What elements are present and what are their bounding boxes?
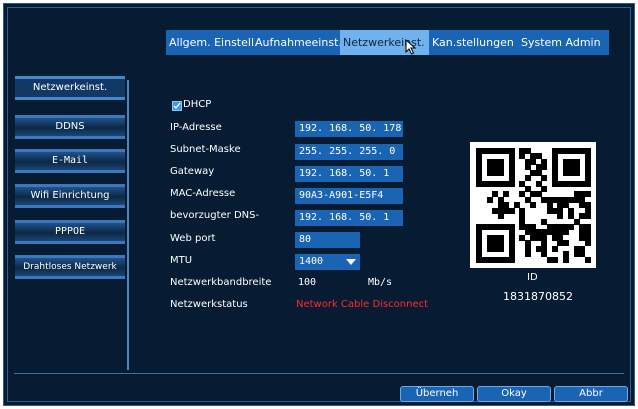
qr-module — [557, 213, 564, 220]
qr-module — [524, 175, 531, 182]
qr-module — [552, 245, 558, 252]
top-tab-bar: Allgem. Einstell. Aufnahmeeinst. Netzwer… — [166, 30, 609, 55]
qr-module — [584, 180, 591, 187]
qr-module — [508, 180, 515, 187]
network-status-label: Netzwerkstatus — [170, 299, 248, 310]
qr-module — [562, 256, 569, 263]
qr-module — [486, 196, 493, 203]
ok-button[interactable]: Okay — [477, 386, 551, 402]
qr-module — [503, 191, 510, 198]
checkmark-icon — [173, 102, 181, 110]
ip-address-label: IP-Adresse — [170, 122, 222, 133]
subnet-mask-label: Subnet-Maske — [170, 144, 241, 155]
qr-module — [573, 169, 580, 176]
sidebar-item-wireless-network[interactable]: Drahtloses Netzwerk — [15, 255, 125, 279]
qr-module — [541, 175, 548, 182]
qr-module — [584, 240, 591, 247]
qr-module — [530, 202, 537, 209]
network-status-value: Network Cable Disconnect — [296, 299, 429, 310]
mtu-label: MTU — [170, 255, 193, 266]
qr-module — [497, 213, 504, 220]
tab-system-admin[interactable]: System Admin — [518, 30, 609, 55]
device-id-label: ID — [527, 272, 538, 283]
dhcp-checkbox[interactable] — [172, 101, 182, 111]
qr-module — [524, 251, 531, 258]
mac-address-label: MAC-Adresse — [170, 188, 236, 199]
mtu-dropdown[interactable]: 1400 — [295, 254, 360, 270]
qr-module — [497, 169, 504, 176]
qr-code — [470, 142, 596, 268]
web-port-field[interactable]: 80 — [295, 232, 360, 248]
preferred-dns-field[interactable]: 192. 168. 50. 1 — [295, 210, 403, 226]
subnet-mask-field[interactable]: 255. 255. 255. 0 — [295, 144, 403, 160]
mtu-value: 1400 — [299, 256, 324, 267]
sidebar-item-email[interactable]: E-Mail — [15, 149, 125, 173]
qr-module — [508, 256, 515, 263]
ip-address-field[interactable]: 192. 168. 50. 178 — [295, 121, 403, 137]
mac-address-field: 90A3-A901-E5F4 — [295, 188, 403, 204]
sidebar-item-ddns[interactable]: DDNS — [15, 115, 125, 139]
device-id-value: 1831870852 — [503, 290, 573, 303]
qr-module — [568, 224, 575, 230]
preferred-dns-label: bevorzugter DNS- — [170, 210, 260, 221]
tab-general-settings[interactable]: Allgem. Einstell. — [166, 30, 258, 55]
web-port-label: Web port — [170, 233, 216, 244]
network-bandwidth-label: Netzwerkbandbreite — [170, 277, 272, 288]
tab-recording-settings[interactable]: Aufnahmeeinst. — [252, 30, 342, 55]
sidebar-item-network-settings[interactable]: Netzwerkeinst. — [15, 76, 125, 100]
gateway-label: Gateway — [170, 166, 215, 177]
qr-module — [541, 186, 548, 192]
qr-module — [584, 191, 591, 198]
chevron-down-icon — [346, 259, 356, 265]
dhcp-label: DHCP — [183, 99, 212, 110]
apply-button[interactable]: Überneh — [400, 386, 474, 402]
qr-module — [562, 229, 569, 236]
qr-module — [541, 164, 548, 171]
qr-module — [508, 207, 515, 214]
footer-divider — [14, 373, 624, 374]
qr-module — [584, 256, 591, 263]
network-bandwidth-value: 100 — [298, 277, 317, 288]
cancel-button[interactable]: Abbr — [554, 386, 628, 402]
tab-channel-settings[interactable]: Kan.stellungen — [429, 30, 518, 55]
network-bandwidth-unit: Mb/s — [368, 277, 393, 288]
sidebar-item-pppoe[interactable]: PPPOE — [15, 220, 125, 244]
qr-module — [584, 213, 591, 220]
sidebar-divider — [127, 80, 129, 370]
qr-module — [552, 256, 558, 263]
qr-module — [497, 245, 504, 252]
qr-module — [562, 240, 569, 247]
sidebar-item-wifi-setup[interactable]: Wifi Einrichtung — [15, 184, 125, 208]
mouse-cursor-icon — [405, 39, 417, 55]
gateway-field[interactable]: 192. 168. 50. 1 — [295, 166, 403, 182]
